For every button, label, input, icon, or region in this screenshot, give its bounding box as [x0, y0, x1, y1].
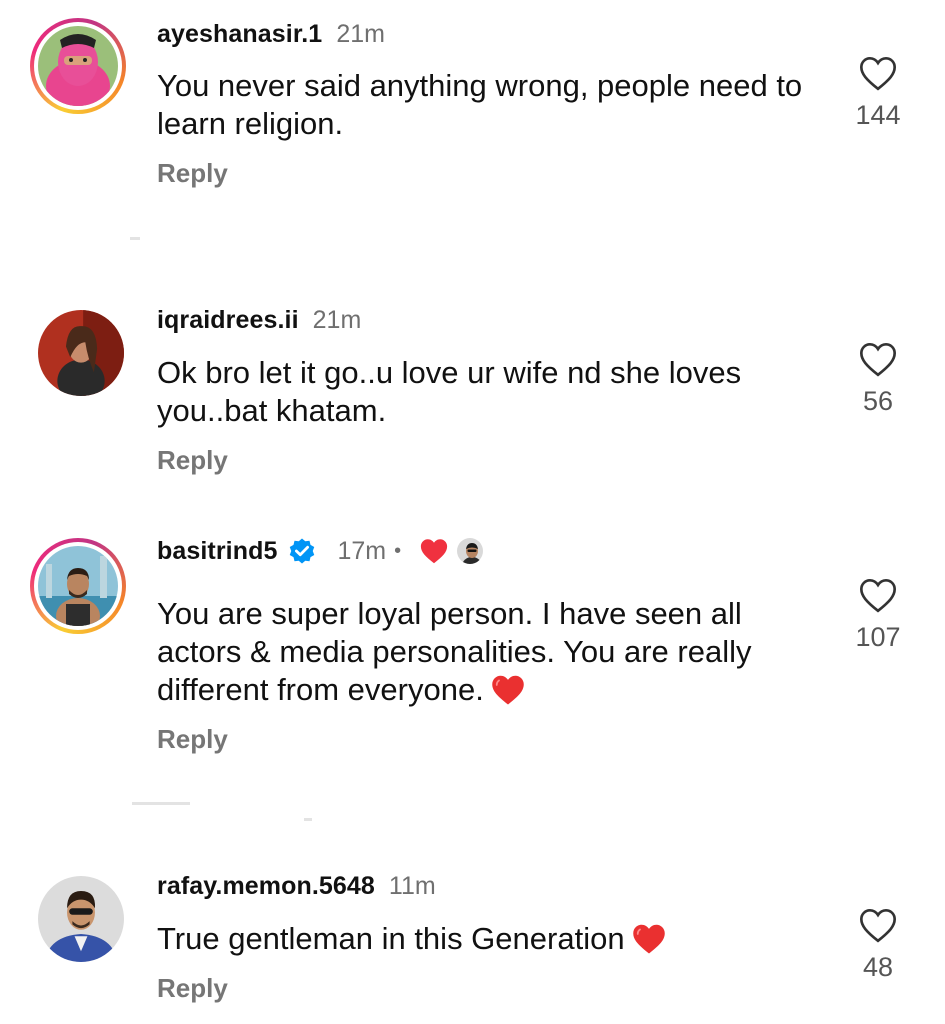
comment-timestamp: 21m: [312, 306, 362, 334]
comment-username[interactable]: basitrind5: [157, 537, 277, 566]
like-count: 48: [862, 952, 894, 982]
comment-text: True gentleman in this Generation: [157, 920, 817, 958]
heart-outline-icon[interactable]: [838, 906, 918, 944]
like-column: 48: [838, 906, 918, 983]
like-column: 56: [838, 340, 918, 417]
red-heart-icon: [419, 537, 449, 565]
avatar-story-ring[interactable]: [30, 18, 126, 114]
comment-text-body: You are super loyal person. I have seen …: [157, 596, 752, 707]
reply-button[interactable]: Reply: [157, 724, 228, 755]
avatar: [38, 546, 118, 626]
comment-username[interactable]: iqraidrees.ii: [157, 306, 299, 335]
heart-outline-icon[interactable]: [838, 54, 918, 92]
comment-text-body: True gentleman in this Generation: [157, 921, 625, 956]
verified-badge-icon: [287, 536, 317, 566]
like-count: 107: [855, 622, 901, 652]
like-column: 144: [838, 54, 918, 131]
like-column: 107: [838, 576, 918, 653]
avatar[interactable]: [38, 310, 124, 396]
heart-outline-icon[interactable]: [838, 576, 918, 614]
comment-timestamp: 21m: [336, 20, 385, 48]
avatar-story-ring[interactable]: [30, 538, 126, 634]
reply-button[interactable]: Reply: [157, 445, 228, 476]
comment-timestamp: 17m: [337, 536, 387, 565]
like-count: 56: [862, 386, 894, 416]
comment-username[interactable]: rafay.memon.5648: [157, 872, 375, 901]
like-count: 144: [855, 100, 901, 130]
separator-dot: •: [394, 539, 402, 562]
comment-timestamp: 11m: [388, 872, 436, 900]
divider: [132, 802, 190, 805]
divider: [130, 237, 140, 240]
reply-button[interactable]: Reply: [157, 973, 228, 1004]
comment-text: You never said anything wrong, people ne…: [157, 68, 803, 141]
avatar[interactable]: [38, 876, 124, 962]
divider: [304, 818, 312, 821]
red-heart-icon: [490, 673, 526, 706]
avatar: [38, 26, 118, 106]
reply-button[interactable]: Reply: [157, 158, 228, 189]
creator-avatar: [455, 536, 486, 566]
comment-username[interactable]: ayeshanasir.1: [157, 20, 322, 49]
comment-text: You are super loyal person. I have seen …: [157, 595, 817, 709]
heart-outline-icon[interactable]: [838, 340, 918, 378]
red-heart-icon: [631, 922, 667, 955]
comment-text: Ok bro let it go..u love ur wife nd she …: [157, 355, 742, 428]
